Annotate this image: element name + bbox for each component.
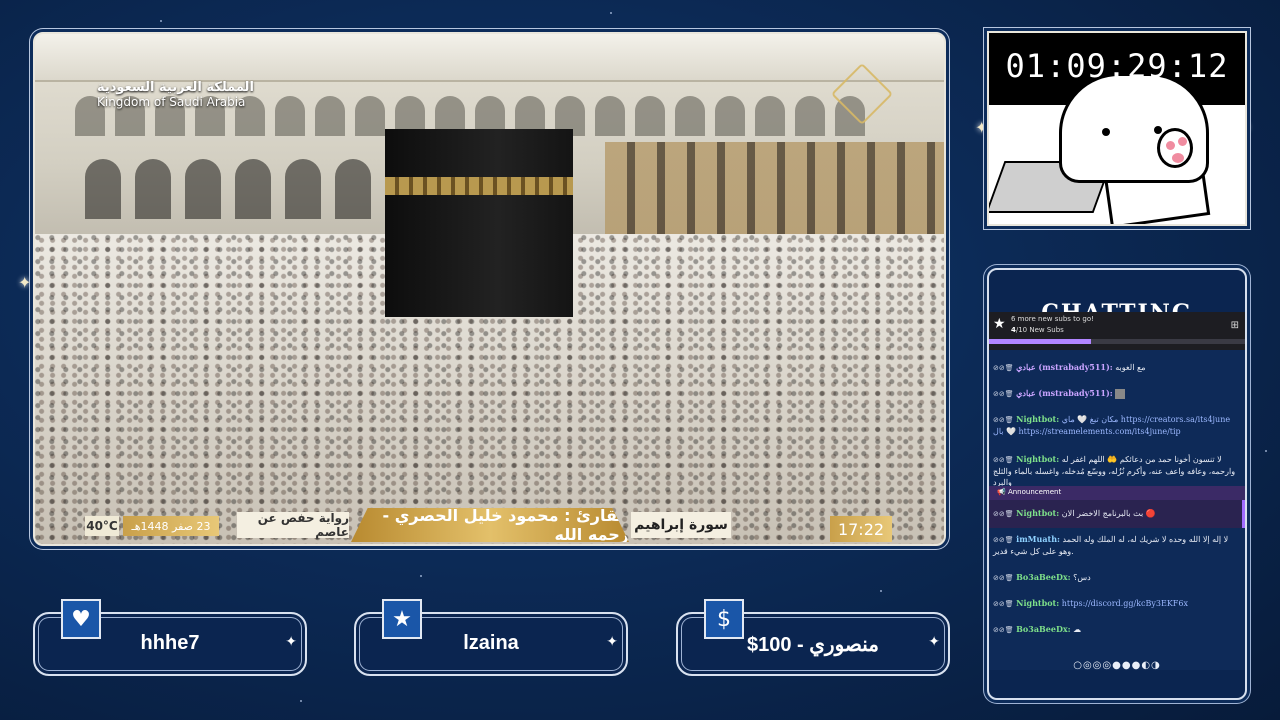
emote-icon: ☁ (1073, 625, 1082, 634)
chat-message: ⊘⊘🗑 Bo3aBeeDx: ☁ (989, 624, 1245, 636)
alert-name: hhhe7 (140, 632, 200, 654)
moderation-icons[interactable]: ⊘⊘🗑 (993, 364, 1014, 372)
star-icon: ★ (993, 316, 1006, 332)
moderation-icons[interactable]: ⊘⊘🗑 (993, 536, 1014, 544)
timer-widget: 01:09:29:12 (987, 31, 1247, 226)
chat-username[interactable]: Nightbot: (1016, 598, 1059, 608)
goal-headline: 6 more new subs to go! (1011, 315, 1094, 323)
channel-brand: المملكة العربية السعودية Kingdom of Saud… (97, 80, 254, 109)
brand-arabic: المملكة العربية السعودية (97, 80, 254, 95)
chat-username[interactable]: imMuath: (1016, 534, 1060, 544)
bongo-cat-icon (1059, 73, 1209, 183)
goal-progress: 4/10 New Subs (1011, 326, 1064, 334)
reciter: القارئ : محمود خليل الحصري - رحمه الله (351, 508, 629, 542)
star-dot (300, 700, 302, 702)
chat-message: ⊘⊘🗑 Bo3aBeeDx: دس؟ (989, 572, 1245, 584)
star-dot (880, 590, 882, 592)
sparkle-icon: ✦ (285, 634, 297, 650)
chat-text[interactable]: https://discord.gg/kcBy3EKF6x (1062, 599, 1188, 608)
kaaba-band (385, 177, 573, 195)
alert-name: منصوري - 100$ (746, 634, 879, 656)
video-lower-third: 40°C 23 صفر 1448هـ رواية حفص عن عاصم الق… (35, 506, 944, 544)
chat-username[interactable]: Bo3aBeeDx: (1016, 572, 1070, 582)
hijri-date: 23 صفر 1448هـ (123, 516, 219, 536)
temperature: 40°C (85, 516, 119, 536)
megaphone-icon: 📢 (997, 488, 1008, 496)
mosque-roof (35, 34, 944, 82)
announcement: ⊘⊘🗑 Nightbot: بث بالبرنامج الاخضر الان 🔴 (989, 500, 1245, 528)
gift-icon[interactable]: ⊞ (1231, 320, 1239, 331)
moderation-icons[interactable]: ⊘⊘🗑 (993, 510, 1014, 518)
moderation-icons[interactable]: ⊘⊘🗑 (993, 416, 1014, 424)
star-dot (610, 12, 612, 14)
chat-username[interactable]: Nightbot: (1016, 454, 1059, 464)
chat-username[interactable]: Nightbot: (1016, 508, 1059, 518)
chat-text: مع الغوبه (1115, 363, 1146, 372)
surah-name: سورة إبراهيم (631, 512, 731, 538)
latest-donation-alert: $ منصوري - 100$ ✦ (676, 599, 950, 676)
announcement-header: 📢 Announcement (989, 486, 1245, 500)
star-dot (420, 575, 422, 577)
sub-goal-widget: ★ 6 more new subs to go! 4/10 New Subs ⊞ (989, 312, 1245, 350)
chat-message: ⊘⊘🗑 عبادي (mstrabady511): مع الغوبه (989, 362, 1245, 374)
chat-username[interactable]: عبادي (mstrabady511): (1016, 362, 1113, 372)
moderation-icons[interactable]: ⊘⊘🗑 (993, 456, 1014, 464)
chat-username[interactable]: عبادي (mstrabady511): (1016, 388, 1113, 398)
kaaba (385, 129, 573, 317)
star-dot (160, 20, 162, 22)
chat-panel: CHATTING ★ 6 more new subs to go! 4/10 N… (987, 268, 1247, 700)
video-clock: 17:22 (830, 516, 892, 542)
chat-username[interactable]: Nightbot: (1016, 414, 1059, 424)
narration: رواية حفص عن عاصم (237, 511, 349, 539)
chat-username[interactable]: Bo3aBeeDx: (1016, 624, 1070, 634)
moderation-icons[interactable]: ⊘⊘🗑 (993, 390, 1014, 398)
chat-text: بث بالبرنامج الاخضر الان 🔴 (1061, 509, 1156, 518)
sparkle-icon: ✦ (18, 273, 32, 292)
chat-message: ⊘⊘🗑 Nightbot: مكان تبغ 🤍 ماي https://cre… (989, 414, 1245, 437)
video-player[interactable]: المملكة العربية السعودية Kingdom of Saud… (33, 32, 946, 546)
chat-message: ⊘⊘🗑 عبادي (mstrabady511): (989, 388, 1245, 400)
chat-messages[interactable]: ⊘⊘🗑 عبادي (mstrabady511): مع الغوبه ⊘⊘🗑 … (989, 350, 1245, 670)
cat-paw-icon (1157, 128, 1193, 168)
chat-message: ⊘⊘🗑 Nightbot: https://discord.gg/kcBy3EK… (989, 598, 1245, 610)
latest-follower-alert: ♥ hhhe7 ✦ (33, 599, 307, 676)
moon-phase-decoration: ○◎◎◎●●●◐◑ (1073, 660, 1161, 671)
countdown-timer: 01:09:29:12 (1005, 47, 1229, 85)
latest-subscriber-alert: ★ lzaina ✦ (354, 599, 628, 676)
sparkle-icon: ✦ (928, 634, 940, 650)
chat-text: دس؟ (1073, 573, 1091, 582)
chat-message: ⊘⊘🗑 imMuath: لا إله إلا الله وحده لا شري… (989, 534, 1245, 557)
sparkle-icon: ✦ (606, 634, 618, 650)
chat-message: ⊘⊘🗑 Nightbot: لا تنسون أخونا حمد من دعائ… (989, 454, 1245, 488)
goal-progress-bar (989, 339, 1245, 344)
goal-progress-fill (989, 339, 1092, 344)
brand-english: Kingdom of Saudi Arabia (97, 95, 246, 109)
moderation-icons[interactable]: ⊘⊘🗑 (993, 574, 1014, 582)
moderation-icons[interactable]: ⊘⊘🗑 (993, 600, 1014, 608)
star-dot (1265, 450, 1267, 452)
emote-icon (1115, 388, 1126, 399)
alert-name: lzaina (463, 632, 519, 654)
moderation-icons[interactable]: ⊘⊘🗑 (993, 626, 1014, 634)
gold-arcade (605, 142, 944, 242)
chat-message: ⊘⊘🗑 Nightbot: بث بالبرنامج الاخضر الان 🔴 (989, 508, 1245, 520)
